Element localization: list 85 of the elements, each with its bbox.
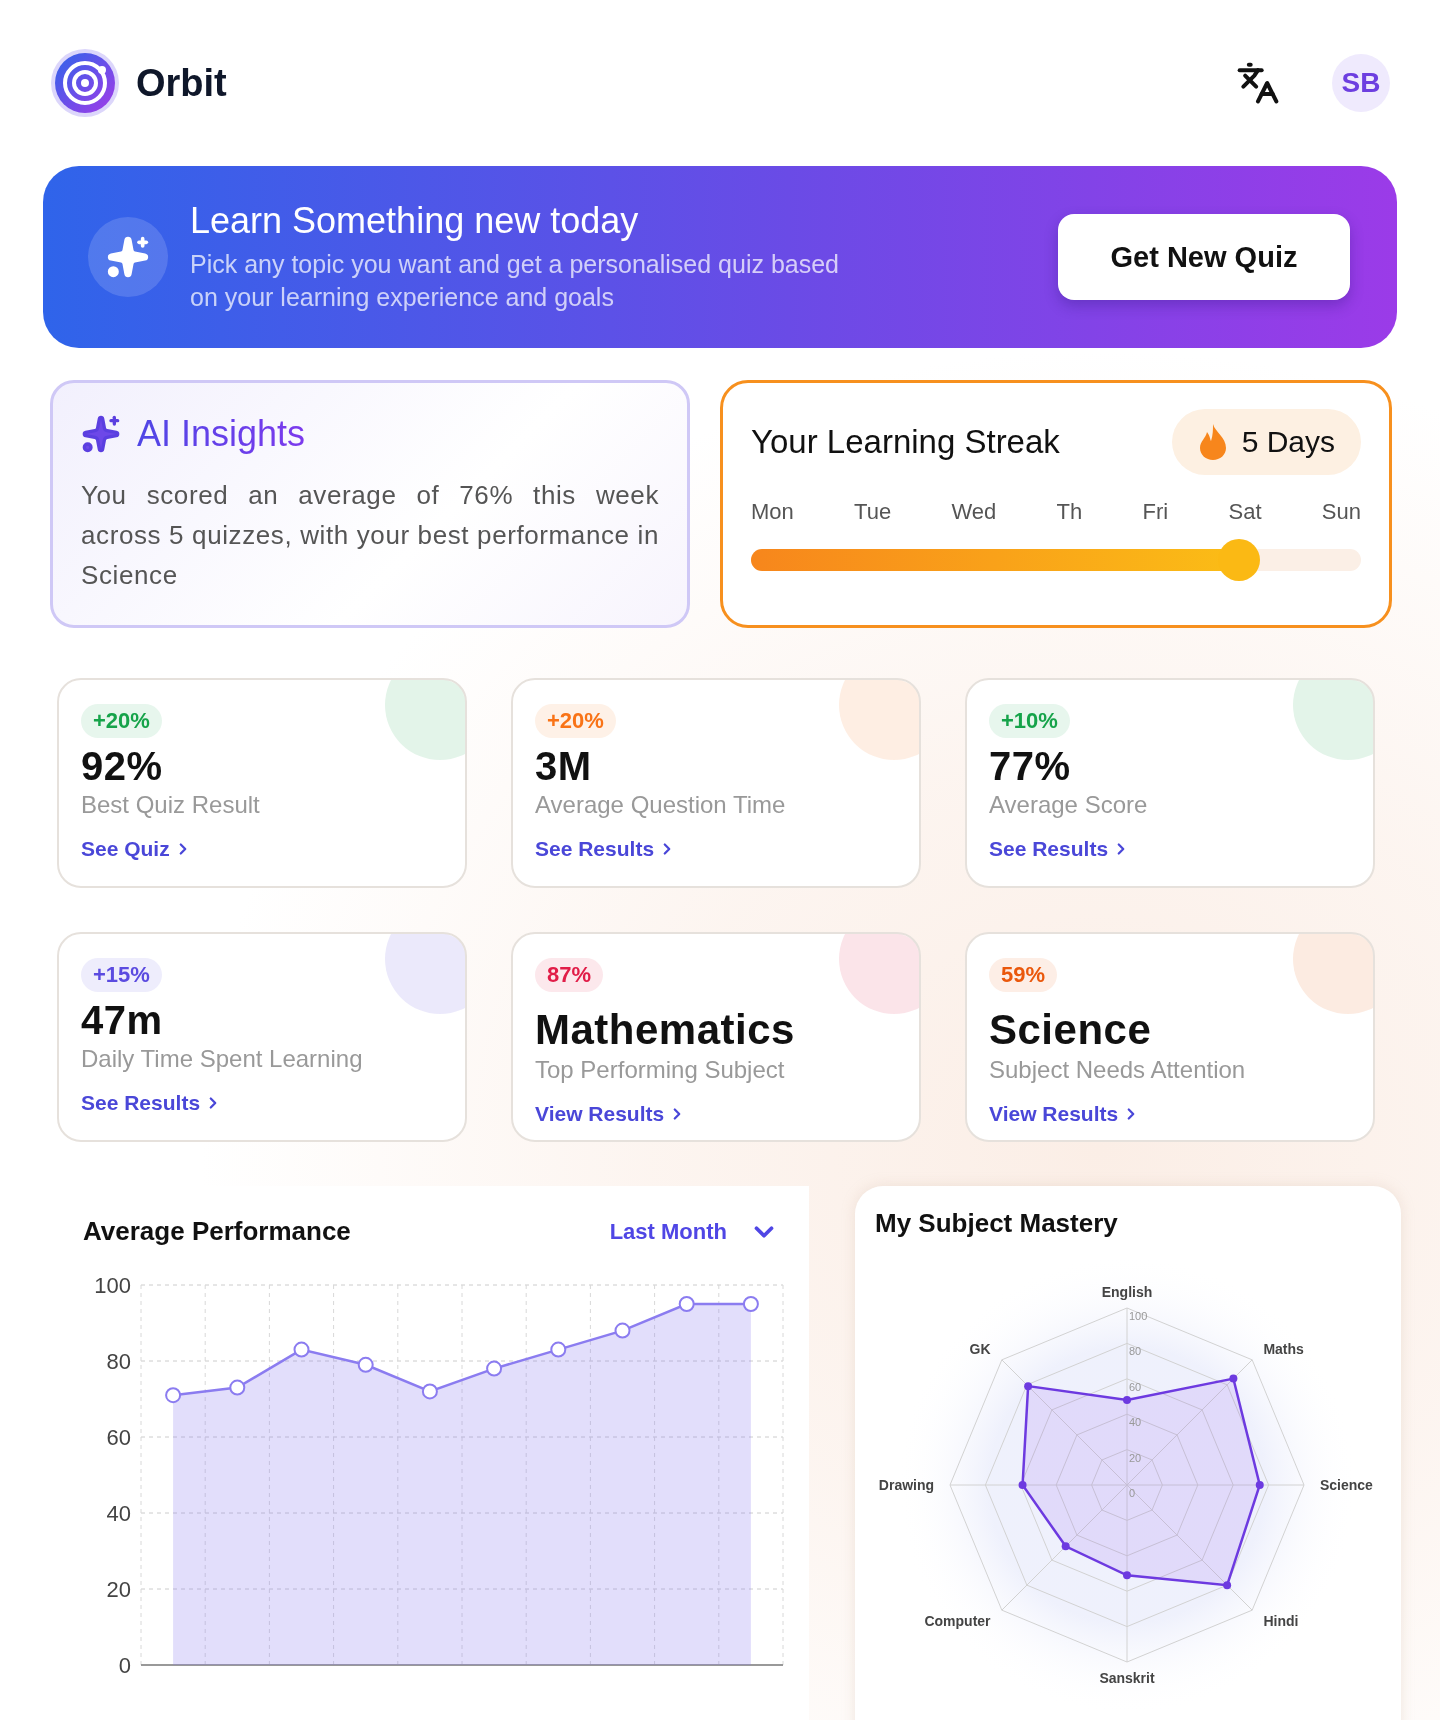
data-point [678,1296,695,1312]
stat-link[interactable]: View Results [989,1102,1141,1126]
logo-icon [50,48,120,118]
banner-subtitle: Pick any topic you want and get a personalised quiz based on your learning experience and goals [190,249,841,313]
flame-icon [1197,423,1228,461]
app-name: Orbit [136,61,227,105]
stat-value: Science [989,1006,1152,1054]
data-point [1024,1382,1033,1391]
stat-label: Average Question Time [535,791,786,819]
weekday-label: Tue [854,499,892,525]
change-badge: 87% [535,958,604,992]
user-avatar[interactable]: SB [1332,54,1390,112]
data-point [1229,1374,1238,1383]
stat-link[interactable]: See Results [989,837,1131,861]
data-point [1223,1581,1232,1590]
sparkle-icon [81,414,121,454]
stat-link[interactable]: See Quiz [81,837,192,861]
stat-value: 77% [989,744,1071,789]
data-point [486,1360,503,1377]
weekday-label: Sat [1228,499,1262,525]
data-point [293,1341,310,1358]
axis-tick-label: 100 [94,1273,131,1298]
axis-tick-label: 0 [118,1653,131,1678]
stat-value: 92% [81,744,163,789]
period-dropdown[interactable]: Last Month [609,1216,779,1247]
translate-icon[interactable] [1236,61,1280,105]
axis-tick-label: 20 [106,1577,131,1602]
data-point [229,1379,246,1396]
chart-title: Average Performance [83,1216,351,1247]
axis-tick-label: 100 [1129,1310,1148,1322]
category-label: Computer [924,1613,991,1630]
data-point [550,1341,567,1358]
axis-tick-label: 80 [106,1349,131,1374]
stat-label: Best Quiz Result [81,791,260,819]
stat-label: Subject Needs Attention [989,1056,1246,1084]
data-point [165,1387,182,1404]
weekday-label: Fri [1142,499,1169,525]
axis-tick-label: 60 [1129,1380,1142,1393]
data-point [1123,1396,1131,1405]
category-label: English [1101,1284,1153,1301]
data-point [1123,1571,1131,1580]
chart-title: My Subject Mastery [875,1208,1118,1238]
streak-title: Your Learning Streak [751,423,1060,461]
data-point [1255,1481,1264,1489]
change-badge: 59% [989,958,1058,992]
banner-title: Learn Something new today [190,200,640,242]
stat-label: Daily Time Spent Learning [81,1045,363,1073]
change-badge: +10% [989,704,1070,738]
stat-link[interactable]: See Results [535,837,677,861]
category-label: Maths [1263,1340,1304,1357]
axis-tick-label: 0 [1129,1487,1136,1499]
axis-tick-label: 80 [1129,1345,1142,1358]
stat-value: Mathematics [535,1006,795,1054]
category-label: GK [969,1340,991,1357]
weekday-label: Mon [751,499,794,525]
data-point [357,1356,374,1373]
get-quiz-button[interactable]: Get New Quiz [1058,214,1350,300]
stat-link[interactable]: View Results [535,1102,687,1126]
data-point [614,1322,631,1339]
axis-tick-label: 20 [1129,1451,1142,1464]
change-badge: +20% [535,704,616,738]
streak-thumb[interactable] [1218,539,1260,581]
category-label: Sanskrit [1099,1669,1155,1686]
category-label: Hindi [1263,1613,1299,1630]
change-badge: +20% [81,704,162,738]
streak-days: 5 Days [1241,425,1335,459]
insights-text: You scored an average of 76% this week across 5 quizzes, with your best performance in Science [81,479,659,592]
weekday-label: Sun [1321,499,1361,525]
data-point [421,1383,438,1400]
data-point [1018,1481,1027,1489]
stat-value: 47m [81,998,163,1043]
weekday-label: Th [1056,499,1083,525]
data-point [742,1296,759,1312]
data-point [1061,1542,1070,1551]
axis-tick-label: 40 [106,1501,131,1526]
change-badge: +15% [81,958,162,992]
category-label: Drawing [878,1477,935,1493]
axis-tick-label: 40 [1129,1416,1142,1429]
stat-label: Average Score [989,791,1148,819]
stat-label: Top Performing Subject [535,1056,785,1084]
category-label: Science [1319,1477,1373,1493]
weekday-label: Wed [951,499,997,525]
axis-tick-label: 60 [106,1425,131,1450]
stat-value: 3M [535,744,592,789]
stat-link[interactable]: See Results [81,1091,223,1115]
